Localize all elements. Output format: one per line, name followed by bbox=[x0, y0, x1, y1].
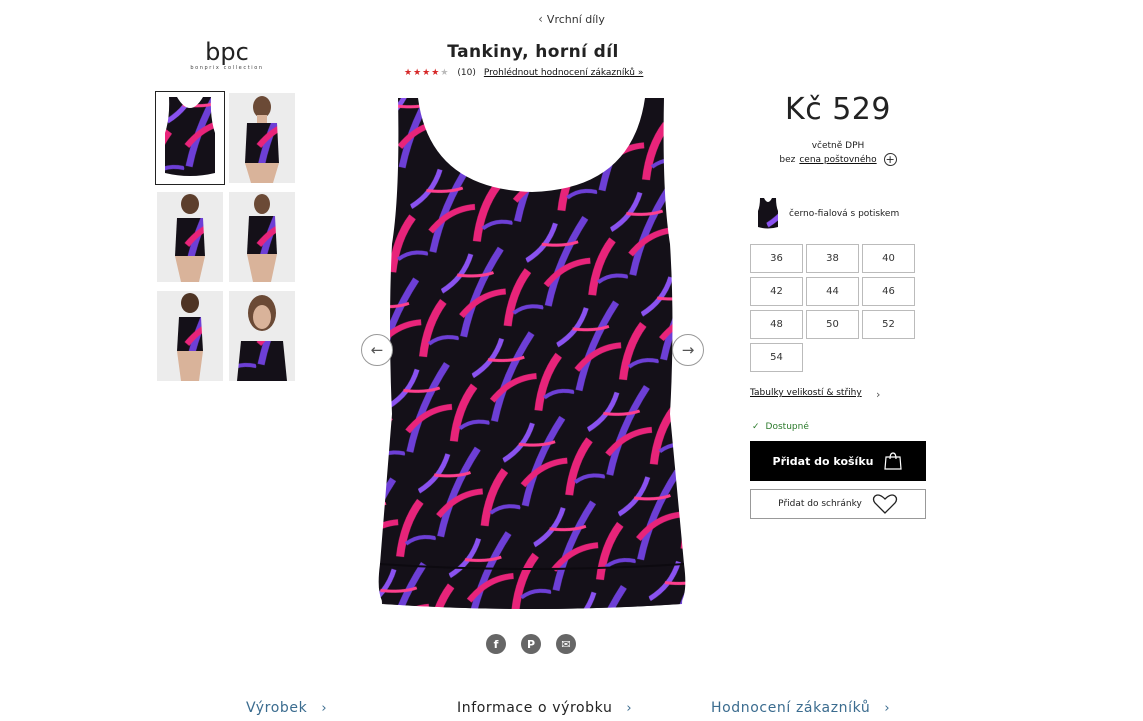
tab-product-label: Výrobek bbox=[246, 700, 308, 716]
social-share: f P ✉ bbox=[486, 634, 576, 654]
star-icon: ★ bbox=[413, 68, 423, 78]
size-option[interactable]: 36 bbox=[750, 244, 803, 273]
facebook-icon[interactable]: f bbox=[486, 634, 506, 654]
thumb-model-back-2[interactable] bbox=[157, 291, 223, 381]
tab-reviews[interactable]: Hodnocení zákazníků › bbox=[711, 700, 890, 716]
size-option[interactable]: 50 bbox=[806, 310, 859, 339]
tab-product[interactable]: Výrobek › bbox=[246, 700, 327, 716]
breadcrumb[interactable]: ‹ Vrchní díly bbox=[0, 12, 1143, 26]
brand-tagline: bonprix collection bbox=[190, 65, 264, 71]
tab-reviews-label: Hodnocení zákazníků bbox=[711, 700, 871, 716]
thumb-front[interactable] bbox=[155, 91, 225, 185]
size-option[interactable]: 54 bbox=[750, 343, 803, 372]
arrow-right-icon: → bbox=[681, 341, 695, 359]
tab-product-info-label: Informace o výrobku bbox=[457, 700, 613, 716]
rating-stars: ★★★★★ bbox=[404, 68, 449, 78]
product-title: Tankiny, horní díl bbox=[447, 42, 619, 62]
availability-label: Dostupné bbox=[765, 422, 809, 432]
bottom-tabs: Výrobek › Informace o výrobku › Hodnocení … bbox=[0, 700, 1143, 721]
color-label: černo-fialová s potiskem bbox=[789, 209, 900, 219]
chevron-right-icon: › bbox=[321, 700, 328, 716]
availability-status: ✓ Dostupné bbox=[752, 422, 809, 432]
arrow-left-icon: ← bbox=[370, 341, 384, 359]
tab-product-info[interactable]: Informace o výrobku › bbox=[457, 700, 632, 716]
chevron-right-icon: › bbox=[884, 700, 891, 716]
heart-icon bbox=[872, 494, 897, 514]
chevron-right-icon: › bbox=[876, 388, 881, 401]
email-icon[interactable]: ✉ bbox=[556, 634, 576, 654]
size-option[interactable]: 40 bbox=[862, 244, 915, 273]
size-option[interactable]: 44 bbox=[806, 277, 859, 306]
add-to-wishlist-button[interactable]: Přidat do schránky bbox=[750, 489, 926, 519]
plus-circle-icon[interactable]: + bbox=[883, 153, 897, 166]
thumb-model-front[interactable] bbox=[229, 93, 295, 183]
product-price: Kč 529 bbox=[785, 92, 891, 127]
size-option[interactable]: 48 bbox=[750, 310, 803, 339]
star-icon: ★ bbox=[440, 68, 450, 78]
chevron-left-icon: ‹ bbox=[538, 12, 543, 26]
vat-note: včetně DPH bbox=[811, 141, 865, 151]
color-selector[interactable]: černo-fialová s potiskem bbox=[757, 197, 899, 231]
gallery-prev-button[interactable]: ← bbox=[361, 334, 393, 366]
shipping-prefix: bez bbox=[779, 154, 796, 165]
add-to-cart-button[interactable]: Přidat do košíku bbox=[750, 441, 926, 481]
product-rating: ★★★★★ (10) Prohlédnout hodnocení zákazní… bbox=[404, 68, 643, 78]
size-option[interactable]: 38 bbox=[806, 244, 859, 273]
star-icon: ★ bbox=[422, 68, 432, 78]
chevron-right-icon: › bbox=[626, 700, 633, 716]
gallery-next-button[interactable]: → bbox=[672, 334, 704, 366]
add-to-cart-label: Přidat do košíku bbox=[772, 454, 874, 468]
check-icon: ✓ bbox=[752, 422, 760, 432]
thumb-model-closeup[interactable] bbox=[229, 291, 295, 381]
shopping-bag-icon bbox=[884, 452, 903, 470]
size-option[interactable]: 52 bbox=[862, 310, 915, 339]
star-icon: ★ bbox=[431, 68, 441, 78]
brand-logo[interactable]: bpc bonprix collection bbox=[184, 40, 270, 71]
review-count: (10) bbox=[457, 68, 476, 78]
size-chart-link[interactable]: Tabulky velikostí & střihy bbox=[750, 388, 862, 398]
brand-logo-text: bpc bbox=[205, 38, 249, 66]
color-swatch[interactable] bbox=[757, 197, 779, 231]
size-option[interactable]: 46 bbox=[862, 277, 915, 306]
star-icon: ★ bbox=[404, 68, 414, 78]
thumb-model-side[interactable] bbox=[229, 192, 295, 282]
shipping-note: bez cena poštovného + bbox=[750, 153, 926, 166]
add-to-wishlist-label: Přidat do schránky bbox=[778, 499, 862, 509]
product-main-image bbox=[370, 94, 695, 614]
breadcrumb-label[interactable]: Vrchní díly bbox=[547, 13, 605, 26]
shipping-cost-link[interactable]: cena poštovného bbox=[799, 155, 876, 165]
reviews-link[interactable]: Prohlédnout hodnocení zákazníků » bbox=[484, 68, 643, 78]
pinterest-icon[interactable]: P bbox=[521, 634, 541, 654]
size-option[interactable]: 42 bbox=[750, 277, 803, 306]
thumb-model-back[interactable] bbox=[157, 192, 223, 282]
